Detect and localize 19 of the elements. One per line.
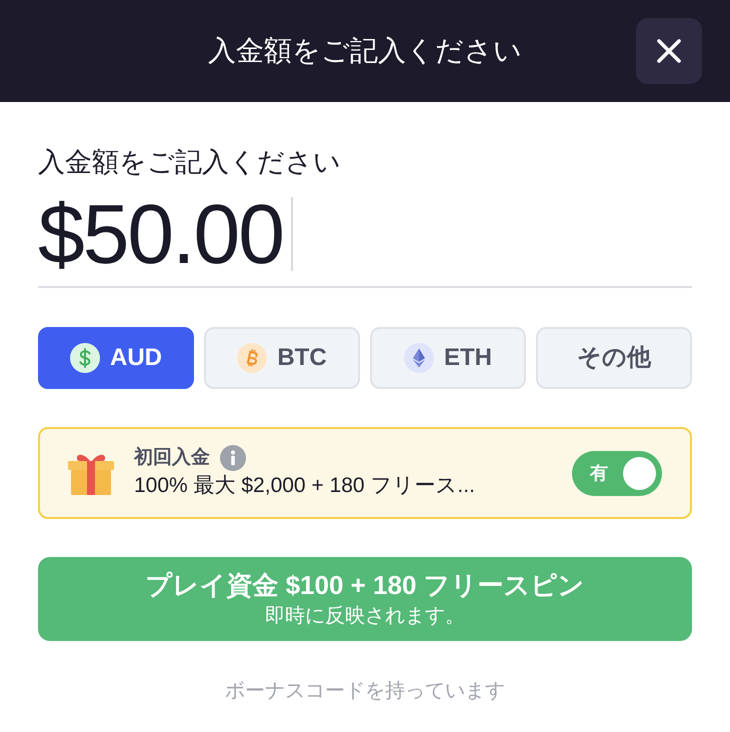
amount-field[interactable]: $50.00: [38, 182, 692, 288]
close-icon: [656, 38, 682, 64]
ether-coin-icon: [404, 343, 434, 373]
deposit-button-title: プレイ資金 $100 + 180 フリースピン: [145, 569, 585, 602]
currency-tab[interactable]: ETH: [370, 327, 526, 389]
bitcoin-coin-icon: [237, 343, 268, 373]
bonus-description: 100% 最大 $2,000 + 180 フリース...: [134, 473, 476, 499]
currency-tab[interactable]: BTC: [204, 327, 360, 389]
switch-knob: [623, 456, 656, 490]
text-cursor-icon: [290, 197, 293, 271]
amount-label: 入金額をご記入ください: [38, 146, 342, 179]
bonus-title: 初回入金: [134, 446, 210, 470]
close-button[interactable]: [636, 18, 702, 84]
currency-tab[interactable]: その他: [536, 327, 692, 389]
info-icon[interactable]: [220, 445, 246, 471]
currency-tab[interactable]: AUD: [38, 327, 194, 389]
header-title: 入金額をご記入ください: [208, 34, 522, 68]
dollar-coin-icon: [70, 343, 100, 373]
deposit-button-subtitle: 即時に反映されます。: [265, 604, 465, 629]
